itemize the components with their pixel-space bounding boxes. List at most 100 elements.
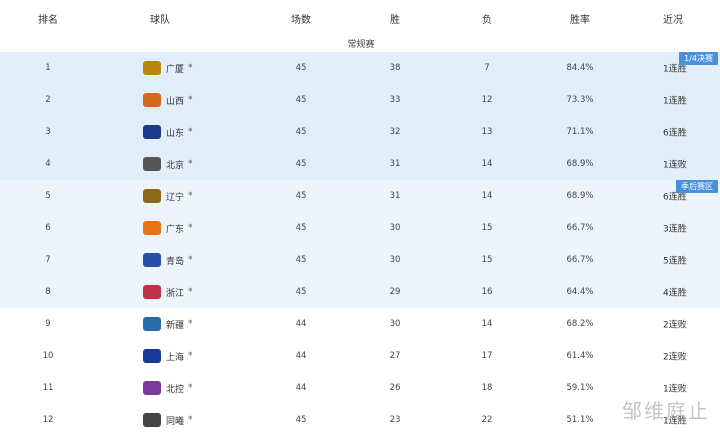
team-logo-icon bbox=[143, 317, 161, 331]
team-star-marker: * bbox=[188, 351, 193, 361]
team-name[interactable]: 山西 bbox=[166, 94, 184, 107]
cell-losses: 14 bbox=[481, 319, 493, 329]
cell-wins: 27 bbox=[389, 351, 401, 361]
team-cell[interactable]: 北京 * bbox=[143, 157, 193, 171]
cell-rank: 6 bbox=[45, 223, 51, 233]
cell-games: 45 bbox=[295, 415, 307, 425]
team-name[interactable]: 辽宁 bbox=[166, 190, 184, 203]
cell-losses: 14 bbox=[481, 159, 493, 169]
team-name[interactable]: 广东 bbox=[166, 222, 184, 235]
cell-pct: 73.3% bbox=[566, 95, 594, 105]
cell-games: 44 bbox=[295, 351, 307, 361]
cell-pct: 68.9% bbox=[566, 159, 594, 169]
table-row[interactable]: 6 45 30 15 66.7% 广东 * 3连胜 bbox=[0, 212, 720, 244]
team-cell[interactable]: 广东 * bbox=[143, 221, 193, 235]
team-star-marker: * bbox=[188, 191, 193, 201]
team-name[interactable]: 山东 bbox=[166, 126, 184, 139]
cell-losses: 12 bbox=[481, 95, 493, 105]
table-row[interactable]: 4 45 31 14 68.9% 北京 * 1连败 bbox=[0, 148, 720, 180]
cell-recent: 1连败 bbox=[663, 160, 687, 171]
cell-games: 44 bbox=[295, 319, 307, 329]
team-logo-icon bbox=[143, 381, 161, 395]
team-cell[interactable]: 上海 * bbox=[143, 349, 193, 363]
cell-games: 44 bbox=[295, 383, 307, 393]
cell-recent: 4连胜 bbox=[663, 288, 687, 299]
table-row[interactable]: 2 45 33 12 73.3% 山西 * 1连胜 bbox=[0, 84, 720, 116]
cell-wins: 38 bbox=[389, 63, 401, 73]
cell-rank: 10 bbox=[42, 351, 54, 361]
team-logo-icon bbox=[143, 253, 161, 267]
team-cell[interactable]: 浙江 * bbox=[143, 285, 193, 299]
team-name[interactable]: 北控 bbox=[166, 382, 184, 395]
table-row[interactable]: 9 44 30 14 68.2% 新疆 * 2连败 bbox=[0, 308, 720, 340]
team-star-marker: * bbox=[188, 127, 193, 137]
team-logo-icon bbox=[143, 349, 161, 363]
cell-recent: 1连败 bbox=[663, 384, 687, 395]
team-star-marker: * bbox=[188, 287, 193, 297]
cell-pct: 61.4% bbox=[566, 351, 594, 361]
team-cell[interactable]: 山西 * bbox=[143, 93, 193, 107]
table-row[interactable]: 12 45 23 22 51.1% 同曦 * 1连胜 bbox=[0, 404, 720, 436]
cell-recent: 2连败 bbox=[663, 320, 687, 331]
team-name[interactable]: 青岛 bbox=[166, 254, 184, 267]
team-cell[interactable]: 北控 * bbox=[143, 381, 193, 395]
cell-rank: 8 bbox=[45, 287, 51, 297]
team-logo-icon bbox=[143, 125, 161, 139]
cell-wins: 23 bbox=[389, 415, 401, 425]
table-row[interactable]: 7 45 30 15 66.7% 青岛 * 5连胜 bbox=[0, 244, 720, 276]
table-row[interactable]: 5 45 31 14 68.9% 辽宁 * 6连胜 季后赛区 bbox=[0, 180, 720, 212]
cell-games: 45 bbox=[295, 63, 307, 73]
cell-wins: 30 bbox=[389, 223, 401, 233]
team-name[interactable]: 同曦 bbox=[166, 414, 184, 427]
cell-rank: 4 bbox=[45, 159, 51, 169]
section-label-row: 常规赛 bbox=[0, 34, 720, 52]
cell-rank: 11 bbox=[42, 383, 54, 393]
cell-games: 45 bbox=[295, 191, 307, 201]
cell-rank: 3 bbox=[45, 127, 51, 137]
cell-recent: 1连胜 bbox=[663, 96, 687, 107]
cell-rank: 1 bbox=[45, 63, 51, 73]
team-cell[interactable]: 山东 * bbox=[143, 125, 193, 139]
team-name[interactable]: 浙江 bbox=[166, 286, 184, 299]
team-logo-icon bbox=[143, 285, 161, 299]
quarterfinal-zone-badge: 1/4决赛 bbox=[679, 52, 718, 65]
table-row[interactable]: 11 44 26 18 59.1% 北控 * 1连败 bbox=[0, 372, 720, 404]
cell-pct: 66.7% bbox=[566, 223, 594, 233]
header-team: 球队 bbox=[150, 15, 170, 26]
cell-wins: 32 bbox=[389, 127, 401, 137]
team-cell[interactable]: 广厦 * bbox=[143, 61, 193, 75]
cell-wins: 26 bbox=[389, 383, 401, 393]
table-header: 排名 球队 场数 胜 负 胜率 近况 bbox=[0, 0, 720, 35]
cell-pct: 66.7% bbox=[566, 255, 594, 265]
playoff-zone-badge: 季后赛区 bbox=[676, 180, 718, 193]
team-star-marker: * bbox=[188, 95, 193, 105]
table-row[interactable]: 1 45 38 7 84.4% 广厦 * 1连胜 1/4决赛 bbox=[0, 52, 720, 84]
team-star-marker: * bbox=[188, 63, 193, 73]
team-logo-icon bbox=[143, 413, 161, 427]
team-star-marker: * bbox=[188, 223, 193, 233]
header-wins: 胜 bbox=[390, 15, 400, 26]
cell-games: 45 bbox=[295, 159, 307, 169]
team-star-marker: * bbox=[188, 255, 193, 265]
team-cell[interactable]: 同曦 * bbox=[143, 413, 193, 427]
cell-rank: 5 bbox=[45, 191, 51, 201]
table-row[interactable]: 3 45 32 13 71.1% 山东 * 6连胜 bbox=[0, 116, 720, 148]
header-pct: 胜率 bbox=[570, 15, 590, 26]
header-recent: 近况 bbox=[663, 15, 683, 26]
team-name[interactable]: 新疆 bbox=[166, 318, 184, 331]
cell-recent: 6连胜 bbox=[663, 128, 687, 139]
table-row[interactable]: 10 44 27 17 61.4% 上海 * 2连败 bbox=[0, 340, 720, 372]
cell-losses: 15 bbox=[481, 255, 493, 265]
team-cell[interactable]: 青岛 * bbox=[143, 253, 193, 267]
cell-wins: 29 bbox=[389, 287, 401, 297]
cell-recent: 3连胜 bbox=[663, 224, 687, 235]
table-row[interactable]: 8 45 29 16 64.4% 浙江 * 4连胜 bbox=[0, 276, 720, 308]
team-name[interactable]: 广厦 bbox=[166, 62, 184, 75]
team-name[interactable]: 北京 bbox=[166, 158, 184, 171]
cell-pct: 68.9% bbox=[566, 191, 594, 201]
team-logo-icon bbox=[143, 157, 161, 171]
team-name[interactable]: 上海 bbox=[166, 350, 184, 363]
cell-losses: 17 bbox=[481, 351, 493, 361]
team-cell[interactable]: 辽宁 * bbox=[143, 189, 193, 203]
team-cell[interactable]: 新疆 * bbox=[143, 317, 193, 331]
